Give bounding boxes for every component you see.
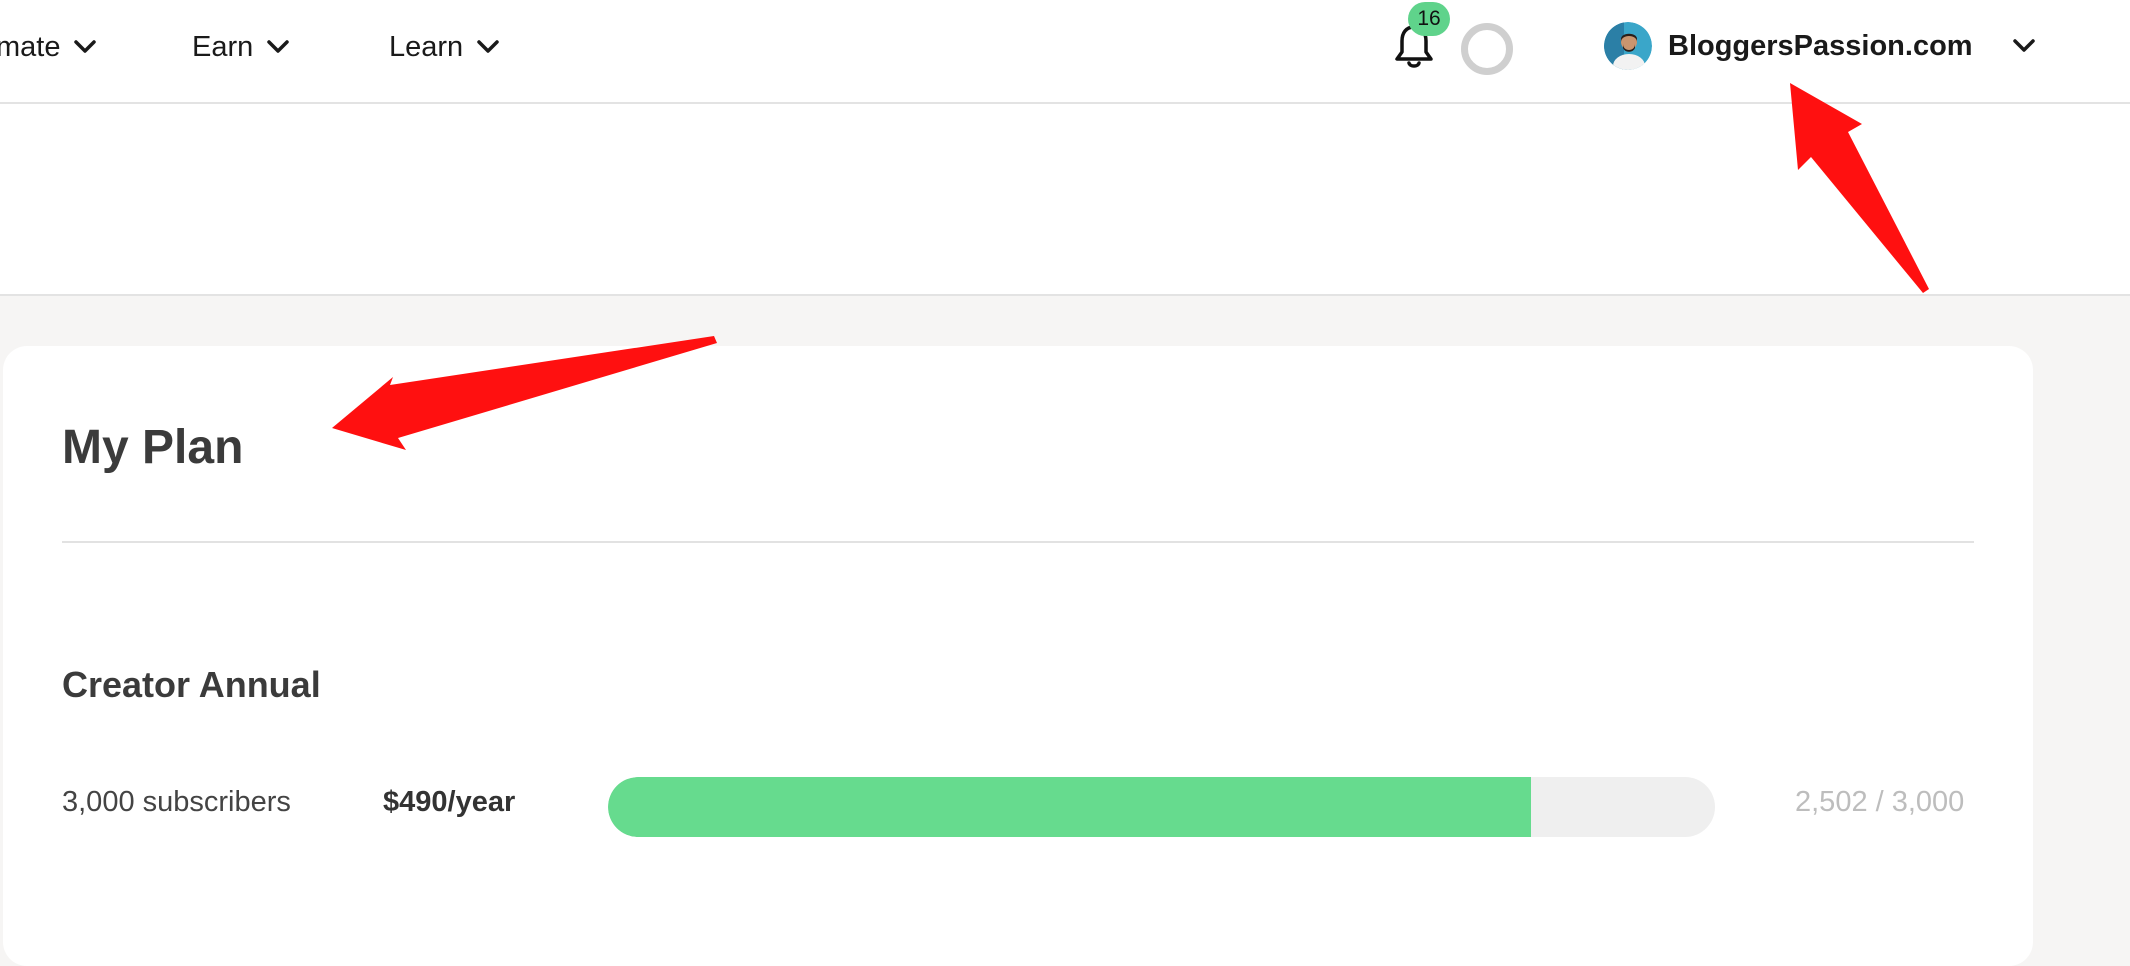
nav-item-learn[interactable]: Learn — [389, 24, 499, 70]
account-name: BloggersPassion.com — [1668, 29, 1973, 62]
nav-item-automate[interactable]: mate — [0, 24, 97, 70]
nav-item-label: mate — [0, 30, 61, 63]
page-title: My Plan — [62, 421, 244, 474]
status-ring-icon[interactable] — [1461, 23, 1513, 75]
secondary-header-area — [0, 104, 2130, 296]
avatar — [1604, 22, 1652, 70]
plan-name: Creator Annual — [62, 664, 321, 705]
progress-fill — [608, 777, 1532, 837]
subscriber-usage-progress-bar — [608, 777, 1715, 837]
account-menu[interactable]: BloggersPassion.com — [1604, 20, 2035, 72]
nav-item-label: Learn — [389, 30, 464, 63]
top-navigation-bar: mate Earn Learn 16 BloggersPassion.com — [0, 0, 2130, 104]
chevron-down-icon — [477, 40, 499, 54]
subscriber-usage-count: 2,502 / 3,000 — [1795, 786, 1965, 818]
notification-count-badge: 16 — [1408, 2, 1450, 36]
chevron-down-icon — [74, 40, 97, 54]
nav-item-label: Earn — [192, 30, 254, 63]
plan-card — [3, 346, 2033, 966]
chevron-down-icon — [2012, 39, 2035, 53]
chevron-down-icon — [267, 40, 290, 54]
subscriber-limit: 3,000 subscribers — [62, 786, 291, 818]
nav-item-earn[interactable]: Earn — [192, 24, 290, 70]
plan-price: $490/year — [383, 786, 516, 818]
divider — [62, 541, 1974, 543]
